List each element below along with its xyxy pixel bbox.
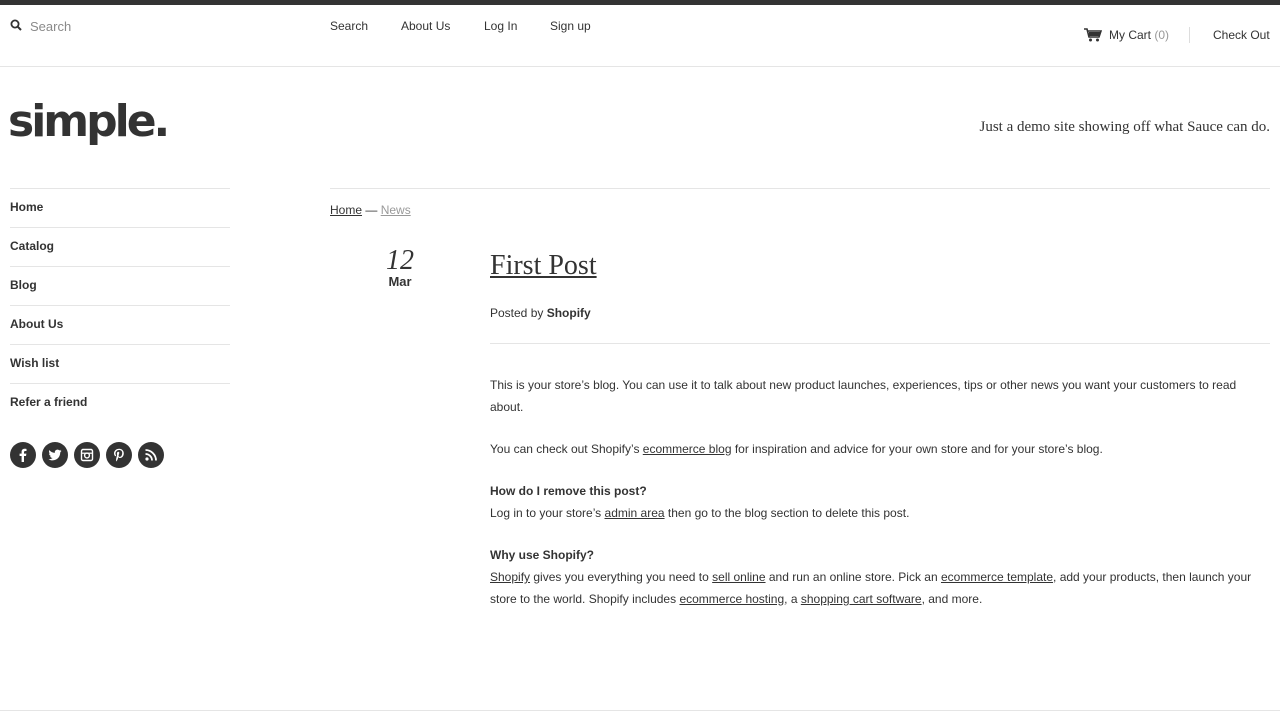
cart-icon[interactable] [1084, 28, 1102, 42]
post-text: Log in to your store’s [490, 506, 605, 520]
sidebar-item-catalog[interactable]: Catalog [10, 227, 230, 266]
shopify-link[interactable]: Shopify [490, 570, 530, 584]
post-text: You can check out Shopify’s [490, 442, 643, 456]
nav-log-in-link[interactable]: Log In [484, 19, 517, 33]
ecommerce-hosting-link[interactable]: ecommerce hosting [679, 592, 784, 606]
admin-area-link[interactable]: admin area [605, 506, 665, 520]
my-cart-link[interactable]: My Cart (0) [1109, 28, 1169, 42]
ecommerce-blog-link[interactable]: ecommerce blog [643, 442, 732, 456]
post-text: gives you everything you need to [530, 570, 713, 584]
breadcrumb: Home — News [330, 203, 411, 217]
sidebar-item-home[interactable]: Home [10, 188, 230, 227]
posted-by-label: Posted by [490, 306, 544, 320]
breadcrumb-separator: — [362, 203, 381, 217]
post-text: and run an online store. Pick an [765, 570, 941, 584]
cart-label: My Cart [1109, 28, 1151, 42]
post-title[interactable]: First Post [490, 250, 597, 282]
post-paragraph-1: This is your store’s blog. You can use i… [490, 378, 1237, 414]
breadcrumb-current-link[interactable]: News [381, 203, 411, 217]
logo[interactable]: simple. [8, 92, 170, 152]
post-paragraph-4: Shopify gives you everything you need to… [490, 566, 1265, 610]
sidebar-item-about-us[interactable]: About Us [10, 305, 230, 344]
post-date-month: Mar [388, 274, 412, 289]
ecommerce-template-link[interactable]: ecommerce template [941, 570, 1053, 584]
content-divider [330, 188, 1270, 189]
rss-icon[interactable] [138, 442, 164, 468]
footer-divider [0, 710, 1280, 711]
tagline: Just a demo site showing off what Sauce … [979, 119, 1270, 135]
post-paragraph-3: Log in to your store’s admin area then g… [490, 502, 1265, 524]
shopping-cart-software-link[interactable]: shopping cart software [801, 592, 922, 606]
nav-sign-up-link[interactable]: Sign up [550, 19, 591, 33]
cart-count: (0) [1154, 28, 1170, 42]
post-text: , a [784, 592, 801, 606]
post-paragraph-2: You can check out Shopify’s ecommerce bl… [490, 438, 1265, 460]
twitter-icon[interactable] [42, 442, 68, 468]
instagram-icon[interactable] [74, 442, 100, 468]
post-subheading-why: Why use Shopify? [490, 548, 595, 562]
nav-about-us-link[interactable]: About Us [401, 19, 450, 33]
pinterest-icon[interactable] [106, 442, 132, 468]
post-divider [490, 343, 1270, 344]
header: Search About Us Log In Sign up My Cart (… [0, 5, 1280, 67]
post-author: Shopify [546, 306, 591, 320]
post-text: then go to the blog section to delete th… [664, 506, 910, 520]
post-text: for inspiration and advice for your own … [731, 442, 1103, 456]
breadcrumb-home-link[interactable]: Home [330, 203, 362, 217]
post-byline: Posted by Shopify [490, 306, 591, 320]
sell-online-link[interactable]: sell online [712, 570, 765, 584]
post-body: This is your store’s blog. You can use i… [490, 374, 1265, 630]
sidebar-nav: Home Catalog Blog About Us Wish list Ref… [10, 188, 230, 422]
check-out-link[interactable]: Check Out [1213, 28, 1270, 42]
header-divider [1189, 27, 1190, 43]
nav-search-link[interactable]: Search [330, 19, 368, 33]
sidebar-item-wish-list[interactable]: Wish list [10, 344, 230, 383]
sidebar-item-refer-a-friend[interactable]: Refer a friend [10, 383, 230, 422]
search-input[interactable] [30, 17, 290, 35]
sidebar-item-blog[interactable]: Blog [10, 266, 230, 305]
social-links [10, 442, 164, 468]
post-subheading-remove: How do I remove this post? [490, 484, 647, 498]
post-date-day: 12 [386, 245, 414, 276]
post-text: , and more. [921, 592, 983, 606]
search-icon[interactable] [10, 19, 22, 31]
facebook-icon[interactable] [10, 442, 36, 468]
